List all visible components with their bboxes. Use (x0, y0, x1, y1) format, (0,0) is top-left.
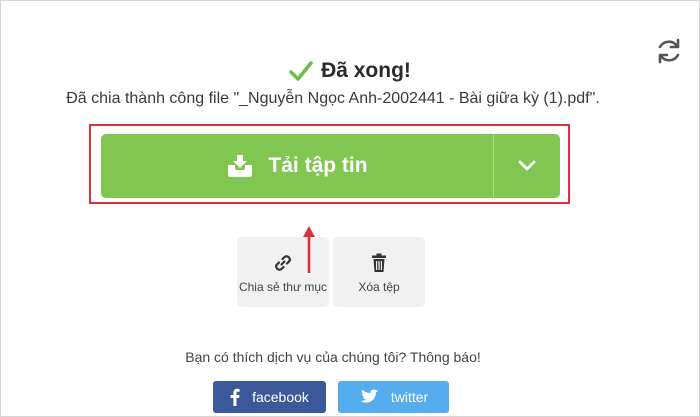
share-folder-label: Chia sẻ thư mục (238, 280, 328, 294)
download-options-dropdown[interactable] (494, 134, 560, 198)
delete-file-label: Xóa tệp (358, 280, 400, 294)
twitter-share-button[interactable]: twitter (338, 381, 449, 413)
feedback-prompt: Bạn có thích dịch vụ của chúng tôi? Thôn… (185, 349, 481, 365)
checkmark-icon (289, 61, 313, 81)
facebook-share-button[interactable]: facebook (213, 381, 326, 413)
trash-icon (372, 253, 386, 272)
download-label: Tải tập tin (268, 154, 368, 177)
arrow-up-annotation (303, 226, 315, 273)
facebook-icon (230, 388, 240, 406)
download-button[interactable]: Tải tập tin (101, 134, 493, 198)
page-title: Đã xong! (321, 59, 411, 82)
delete-file-button[interactable]: Xóa tệp (333, 237, 425, 307)
chevron-down-icon (518, 160, 536, 171)
twitter-label: twitter (390, 389, 429, 405)
facebook-label: facebook (252, 389, 309, 405)
twitter-icon (360, 389, 379, 403)
download-tray-icon (228, 155, 253, 177)
success-message: Đã chia thành công file "_Nguyễn Ngọc An… (66, 90, 600, 107)
success-title: Đã xong! (0, 56, 700, 86)
link-icon (275, 255, 291, 271)
